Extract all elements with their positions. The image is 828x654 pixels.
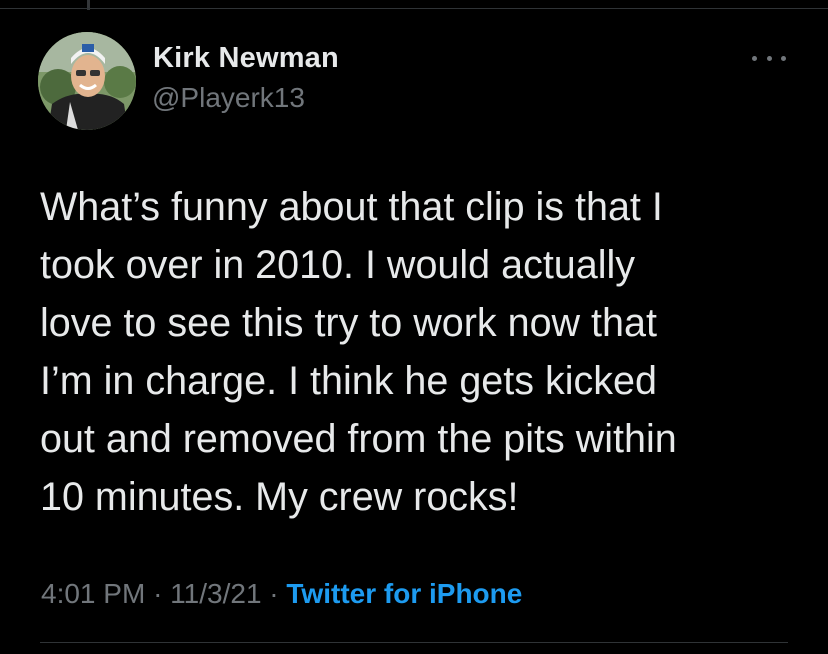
- bottom-divider: [40, 642, 788, 643]
- author-name[interactable]: Kirk Newman: [153, 42, 339, 75]
- dot: [752, 55, 757, 61]
- tweet-metadata: 4:01 PM · 11/3/21 · Twitter for iPhone: [41, 578, 522, 610]
- dot: [766, 55, 772, 61]
- avatar[interactable]: [38, 32, 136, 130]
- top-divider: [0, 8, 828, 9]
- author-handle[interactable]: @Playerk13: [152, 82, 305, 114]
- tweet-time[interactable]: 4:01 PM: [41, 578, 145, 609]
- meta-separator: ·: [269, 578, 279, 609]
- dot: [781, 55, 786, 61]
- tweet-source-link[interactable]: Twitter for iPhone: [286, 578, 522, 609]
- more-horizontal-icon[interactable]: [752, 48, 786, 68]
- tweet-date[interactable]: 11/3/21: [170, 578, 261, 609]
- meta-separator: ·: [153, 578, 163, 609]
- avatar-photo: [38, 32, 136, 130]
- tweet-text: What’s funny about that clip is that I t…: [40, 185, 677, 519]
